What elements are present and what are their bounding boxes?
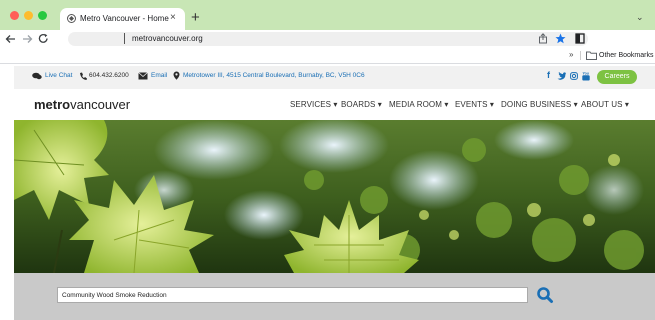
bookmarks-divider [580, 51, 581, 60]
email-link[interactable]: Email [151, 72, 167, 79]
reload-icon[interactable] [38, 33, 49, 44]
nav-about-us[interactable]: ABOUT US ▾ [581, 100, 629, 109]
favicon-icon [67, 14, 76, 23]
nav-media-room[interactable]: MEDIA ROOM ▾ [389, 100, 448, 109]
svg-text:You: You [583, 72, 589, 76]
share-icon[interactable] [538, 33, 548, 44]
url-text[interactable]: metrovancouver.org [132, 34, 203, 43]
nav-boards[interactable]: BOARDS ▾ [341, 100, 382, 109]
email-envelope-icon [138, 72, 148, 80]
window-close-button[interactable] [10, 11, 19, 20]
tab-title: Metro Vancouver - Home [80, 14, 169, 23]
chat-bubbles-icon [32, 72, 42, 80]
careers-button[interactable]: Careers [597, 70, 637, 84]
window-minimize-button[interactable] [24, 11, 33, 20]
bookmark-star-icon[interactable] [555, 33, 566, 44]
window-maximize-button[interactable] [38, 11, 47, 20]
nav-events[interactable]: EVENTS ▾ [455, 100, 494, 109]
site-search-input[interactable] [57, 287, 528, 303]
map-marker-icon [173, 71, 180, 80]
other-bookmarks-link[interactable]: Other Bookmarks [599, 52, 653, 59]
search-icon[interactable] [536, 286, 554, 304]
tab-close-icon[interactable]: × [170, 12, 176, 23]
bookmarks-bar [0, 48, 655, 64]
instagram-icon[interactable] [570, 72, 578, 80]
twitter-icon[interactable] [557, 72, 566, 80]
sidebar-panel-icon[interactable] [575, 33, 585, 44]
tab-search-chevron-icon[interactable]: ⌄ [636, 12, 644, 23]
hero-maple-leaves-image [14, 120, 655, 273]
text-cursor [124, 33, 125, 44]
facebook-icon[interactable]: f [547, 70, 550, 80]
forward-arrow-icon[interactable] [22, 34, 33, 44]
new-tab-button[interactable]: + [191, 9, 200, 26]
phone-number: 604.432.6200 [89, 72, 129, 79]
metro-vancouver-logo[interactable]: metrovancouver [34, 97, 130, 112]
bookmarks-overflow-button[interactable]: » [569, 50, 573, 59]
phone-icon [80, 72, 87, 80]
folder-icon [586, 51, 597, 60]
nav-doing-business[interactable]: DOING BUSINESS ▾ [501, 100, 578, 109]
address-link[interactable]: Metrotower III, 4515 Central Boulevard, … [183, 72, 365, 79]
live-chat-link[interactable]: Live Chat [45, 72, 72, 79]
back-arrow-icon[interactable] [5, 34, 16, 44]
nav-services[interactable]: SERVICES ▾ [290, 100, 338, 109]
youtube-icon[interactable]: You [582, 71, 590, 81]
